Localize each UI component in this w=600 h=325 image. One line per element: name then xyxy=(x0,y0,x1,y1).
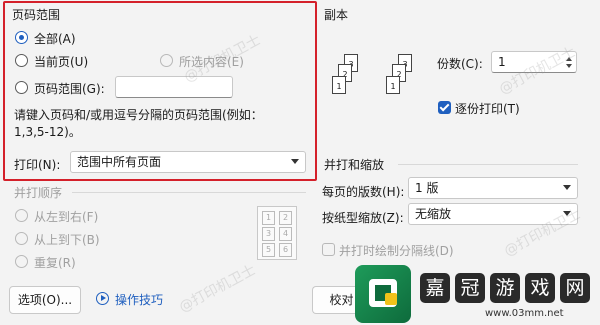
print-what-label: 打印(N): xyxy=(14,158,61,172)
chevron-down-icon xyxy=(563,211,571,216)
radio-left-to-right-label: 从左到右(F) xyxy=(34,210,99,224)
page-range-hint-example: 1,3,5-12)。 xyxy=(14,125,81,139)
pages-per-sheet-label: 每页的版数(H): xyxy=(322,185,405,199)
page-range-input[interactable] xyxy=(115,76,233,98)
brand-logo-icon xyxy=(355,265,411,323)
preview-cell: 5 xyxy=(262,243,275,257)
preview-cell: 3 xyxy=(262,227,275,241)
pages-per-sheet-value: 1 版 xyxy=(415,181,439,195)
radio-selection-label: 所选内容(E) xyxy=(179,55,244,69)
brand-char: 游 xyxy=(490,273,520,303)
copies-title: 副本 xyxy=(324,8,349,22)
chevron-down-icon xyxy=(563,185,571,190)
draw-borders-checkbox xyxy=(322,243,335,256)
radio-current-page[interactable] xyxy=(15,54,28,67)
preview-cell: 4 xyxy=(279,227,292,241)
spin-down-icon[interactable] xyxy=(566,64,572,68)
collate-checkbox-label[interactable]: 逐份打印(T) xyxy=(455,100,520,117)
page-icon: 1 xyxy=(386,76,400,94)
brand-char: 戏 xyxy=(525,273,555,303)
spin-up-icon[interactable] xyxy=(566,57,572,61)
radio-current-page-label[interactable]: 当前页(U) xyxy=(34,53,88,70)
draw-borders-label: 并打时绘制分隔线(D) xyxy=(339,244,454,258)
radio-selection xyxy=(160,54,173,67)
brand-char: 冠 xyxy=(455,273,485,303)
brand-char: 嘉 xyxy=(420,273,450,303)
radio-left-to-right xyxy=(15,209,28,222)
brand-url: www.03mm.net xyxy=(485,308,564,319)
collated-pages-icon: 3 2 1 xyxy=(326,48,374,110)
play-triangle-icon xyxy=(101,295,106,301)
print-what-select[interactable]: 范围中所有页面 xyxy=(70,151,306,173)
watermark: @打印机卫士 xyxy=(176,262,259,316)
page-range-title: 页码范围 xyxy=(12,8,61,22)
collate-order-title: 并打顺序 xyxy=(14,186,63,200)
radio-repeat-label: 重复(R) xyxy=(34,256,76,270)
preview-cell: 6 xyxy=(279,243,292,257)
radio-top-to-bottom-label: 从上到下(B) xyxy=(34,233,100,247)
copies-count-label: 份数(C): xyxy=(437,57,483,71)
options-button[interactable]: 选项(O)... xyxy=(9,286,81,314)
chevron-down-icon xyxy=(291,159,299,164)
copies-count-input[interactable]: 1 xyxy=(491,51,577,73)
radio-page-range-label[interactable]: 页码范围(G): xyxy=(34,80,105,97)
radio-all[interactable] xyxy=(15,31,28,44)
page-range-hint: 请键入页码和/或用逗号分隔的页码范围(例如： xyxy=(14,108,263,122)
play-icon[interactable] xyxy=(96,292,109,305)
collate-order-preview: 1 2 3 4 5 6 xyxy=(257,206,297,260)
radio-page-range[interactable] xyxy=(15,81,28,94)
collated-pages-icon: 3 2 1 xyxy=(380,48,428,110)
zoom-title: 并打和缩放 xyxy=(324,158,385,172)
scale-to-paper-select[interactable]: 无缩放 xyxy=(408,203,578,225)
collate-checkbox[interactable] xyxy=(438,101,451,114)
divider xyxy=(398,164,578,165)
divider xyxy=(72,192,306,193)
logo-accent-icon xyxy=(385,293,397,305)
radio-repeat xyxy=(15,255,28,268)
preview-cell: 1 xyxy=(262,211,275,225)
radio-all-label[interactable]: 全部(A) xyxy=(34,30,76,47)
scale-to-paper-label: 按纸型缩放(Z): xyxy=(322,211,404,225)
print-what-value: 范围中所有页面 xyxy=(77,155,162,169)
copies-count-value: 1 xyxy=(498,55,506,69)
pages-per-sheet-select[interactable]: 1 版 xyxy=(408,177,578,199)
radio-top-to-bottom xyxy=(15,232,28,245)
brand-char: 网 xyxy=(560,273,590,303)
scale-to-paper-value: 无缩放 xyxy=(415,207,452,221)
preview-cell: 2 xyxy=(279,211,292,225)
tips-link[interactable]: 操作技巧 xyxy=(115,291,163,308)
page-icon: 1 xyxy=(332,76,346,94)
